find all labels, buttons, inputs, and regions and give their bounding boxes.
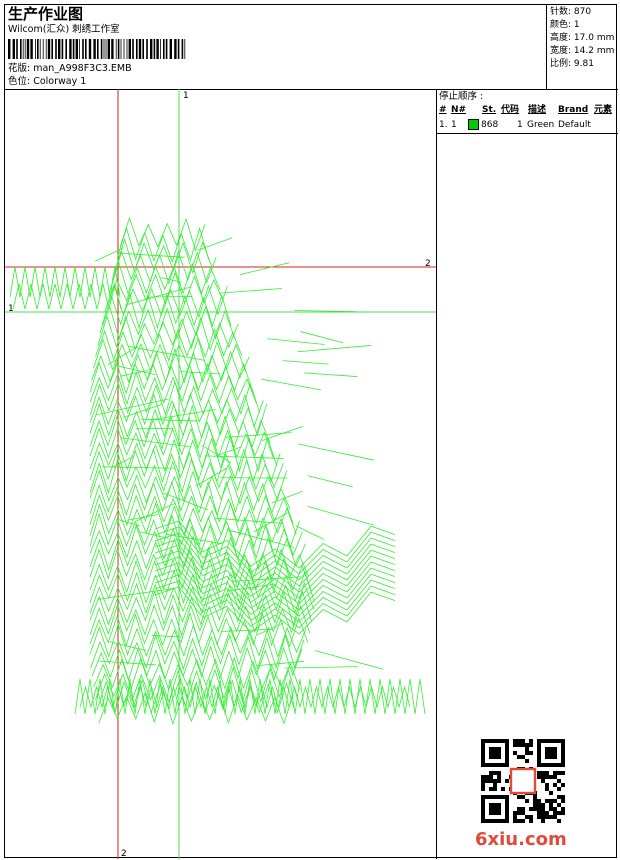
- col-brand: Brand: [558, 105, 589, 115]
- row-code: 1: [517, 120, 523, 130]
- stat-scale: 比例: 9.81: [550, 59, 594, 69]
- col-code: 代码: [501, 105, 520, 115]
- color-swatch: [468, 119, 479, 130]
- col-desc: 描述: [528, 105, 547, 115]
- watermark-logo: 6xiu.com: [475, 829, 567, 850]
- page-title: 生产作业图: [8, 5, 84, 23]
- stop-sequence-table: # N# St. 代码 描述 Brand 元素 1. 1 868 1 Green…: [437, 103, 618, 134]
- colorway: 色位: Colorway 1: [8, 76, 87, 87]
- company-name: Wilcom(汇众) 刺绣工作室: [8, 24, 120, 35]
- barcode: [8, 39, 186, 59]
- col-n: N#: [451, 105, 467, 115]
- row-brand: Default: [558, 120, 591, 130]
- stat-height: 高度: 17.0 mm: [550, 33, 615, 43]
- stat-colors: 颜色: 1: [550, 20, 580, 30]
- qr-code: [481, 739, 565, 823]
- row-n: 1: [451, 120, 457, 130]
- row-num: 1.: [439, 120, 448, 130]
- stat-stitches: 针数: 870: [550, 7, 592, 17]
- guide-label-v1: 1: [183, 91, 189, 101]
- col-st: St.: [482, 105, 497, 115]
- guide-label-v2: 2: [121, 849, 127, 859]
- guide-label-h2: 2: [425, 259, 431, 269]
- stitch-canvas: 1 1 2 2: [5, 89, 436, 859]
- stat-width: 宽度: 14.2 mm: [550, 46, 615, 56]
- stats-panel: 针数: 870 颜色: 1 高度: 17.0 mm 宽度: 14.2 mm 比例…: [546, 5, 619, 89]
- design-file: 花版: man_A998F3C3.EMB: [8, 63, 132, 74]
- stitch-design: [9, 216, 426, 725]
- production-worksheet: 生产作业图 Wilcom(汇众) 刺绣工作室 花版: man_A998F3C3.…: [4, 4, 618, 859]
- stop-sequence-panel: 停止顺序 : # N# St. 代码 描述 Brand 元素 1. 1 868 …: [437, 89, 618, 859]
- stop-sequence-title: 停止顺序 :: [439, 91, 484, 102]
- header: 生产作业图 Wilcom(汇众) 刺绣工作室 花版: man_A998F3C3.…: [5, 5, 618, 90]
- embroidery-preview: 1 1 2 2: [5, 89, 437, 859]
- row-st: 868: [481, 120, 499, 130]
- qr-center-logo: [509, 767, 537, 795]
- header-info: 生产作业图 Wilcom(汇众) 刺绣工作室 花版: man_A998F3C3.…: [5, 5, 546, 89]
- guide-label-h1: 1: [8, 304, 14, 314]
- col-num: #: [439, 105, 447, 115]
- col-elem: 元素: [594, 105, 613, 115]
- row-desc: Green: [527, 120, 555, 130]
